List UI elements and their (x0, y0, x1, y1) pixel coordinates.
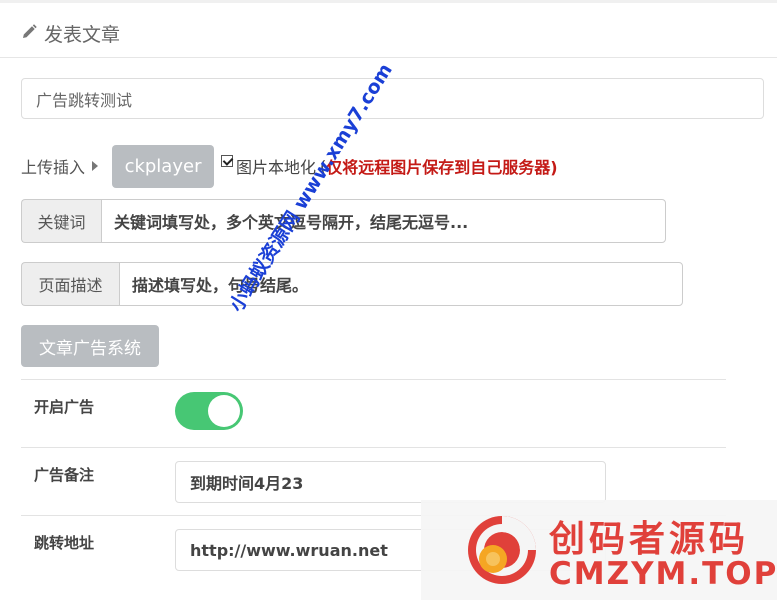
brand-logo-icon (468, 516, 536, 584)
description-group: 页面描述 描述填写处，句号结尾。 (21, 262, 683, 306)
caret-right-icon[interactable] (92, 161, 99, 171)
article-ad-system-button[interactable]: 文章广告系统 (21, 325, 159, 367)
brand-name-cn: 创码者源码 (549, 519, 750, 560)
page-title: 发表文章 (44, 24, 121, 46)
brand-name-en: CMZYM.TOP (549, 556, 777, 592)
brand-watermark: 创码者源码 CMZYM.TOP (421, 500, 777, 600)
upload-row: 上传插入 ckplayer 图片本地化 ( 仅将远程图片保存到自己服务器) (21, 144, 558, 188)
pencil-icon (23, 24, 37, 38)
ckplayer-button[interactable]: ckplayer (112, 144, 215, 188)
toggle-knob (208, 395, 240, 427)
ad-note-label: 广告备注 (34, 466, 95, 484)
ad-enable-label: 开启广告 (34, 398, 95, 416)
page-header: 发表文章 (0, 0, 777, 58)
ad-row-enable: 开启广告 (21, 379, 726, 447)
keywords-input[interactable]: 关键词填写处，多个英文逗号隔开，结尾无逗号... (101, 199, 666, 243)
upload-insert-label[interactable]: 上传插入 (21, 154, 85, 178)
keywords-group: 关键词 关键词填写处，多个英文逗号隔开，结尾无逗号... (21, 199, 666, 243)
ad-redirect-label: 跳转地址 (34, 534, 95, 552)
article-title-input[interactable] (21, 78, 764, 119)
localize-note: 仅将远程图片保存到自己服务器) (326, 158, 558, 177)
ad-note-input[interactable]: 到期时间4月23 (175, 461, 606, 503)
description-input[interactable]: 描述填写处，句号结尾。 (119, 262, 683, 306)
keywords-addon: 关键词 (21, 199, 101, 243)
description-addon: 页面描述 (21, 262, 119, 306)
localize-images-checkbox[interactable] (221, 155, 234, 167)
ad-enable-toggle[interactable] (175, 392, 243, 430)
